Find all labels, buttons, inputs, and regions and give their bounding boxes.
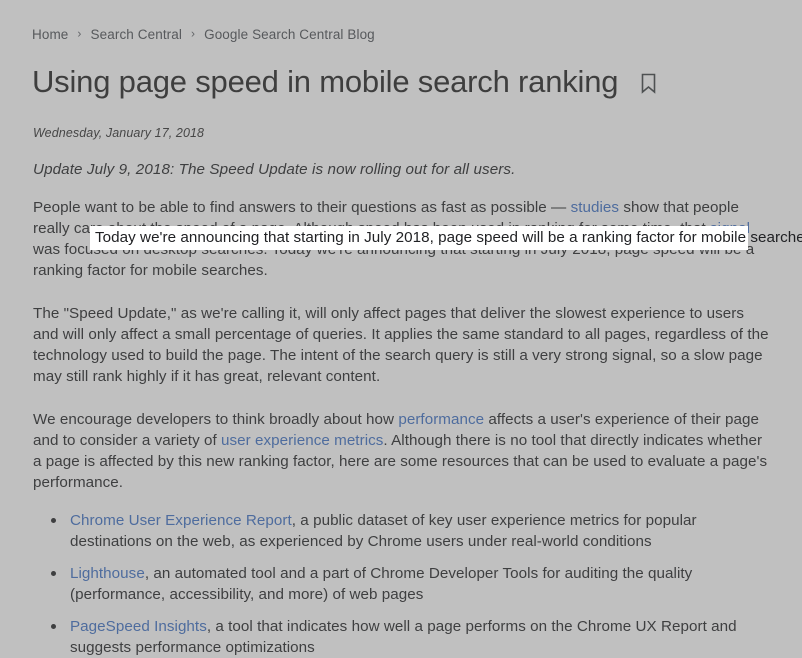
update-notice: Update July 9, 2018: The Speed Update is… [33, 160, 516, 178]
list-item: Lighthouse, an automated tool and a part… [51, 563, 770, 605]
article-page: Home › Search Central › Google Search Ce… [0, 0, 802, 656]
paragraph-speed-update: The "Speed Update," as we're calling it,… [33, 304, 769, 385]
paragraph-intro-text-3: was focused on desktop searches. [33, 240, 268, 258]
link-lighthouse[interactable]: Lighthouse [70, 565, 145, 582]
bookmark-icon[interactable] [640, 73, 657, 95]
resources-list: Chrome User Experience Report, a public … [32, 510, 770, 658]
link-performance[interactable]: performance [398, 411, 484, 428]
page-title: Using page speed in mobile search rankin… [32, 64, 619, 99]
link-studies[interactable]: studies [571, 199, 619, 216]
link-chrome-user-experience-report[interactable]: Chrome User Experience Report [70, 512, 292, 529]
article-content: Home › Search Central › Google Search Ce… [0, 0, 802, 658]
link-pagespeed-insights[interactable]: PageSpeed Insights [70, 618, 207, 635]
breadcrumb-item-home[interactable]: Home [32, 27, 68, 42]
paragraph-developers-text-1: We encourage developers to think broadly… [33, 410, 399, 428]
breadcrumb-item-google-search-central-blog[interactable]: Google Search Central Blog [204, 27, 375, 42]
chevron-right-icon: › [77, 26, 82, 41]
publish-date: Wednesday, January 17, 2018 [33, 125, 205, 140]
resource-description: , an automated tool and a part of Chrome… [70, 564, 693, 603]
paragraph-developers: We encourage developers to think broadly… [33, 409, 770, 493]
title-row: Using page speed in mobile search rankin… [32, 64, 770, 100]
list-item: Chrome User Experience Report, a public … [51, 510, 770, 552]
link-user-experience-metrics[interactable]: user experience metrics [221, 432, 383, 449]
link-signal[interactable]: signal [710, 220, 750, 237]
breadcrumb: Home › Search Central › Google Search Ce… [32, 24, 770, 44]
breadcrumb-item-search-central[interactable]: Search Central [91, 27, 182, 42]
chevron-right-icon: › [190, 26, 196, 41]
list-item: PageSpeed Insights, a tool that indicate… [51, 616, 770, 658]
paragraph-intro: People want to be able to find answers t… [33, 197, 770, 281]
paragraph-intro-text-1: People want to be able to find answers t… [33, 198, 571, 216]
